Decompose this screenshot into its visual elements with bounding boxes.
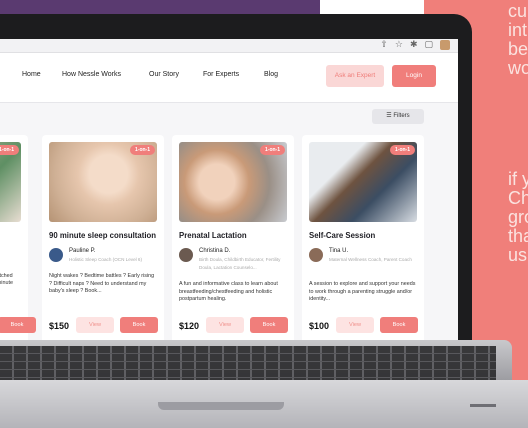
book-button[interactable]: Book (380, 317, 418, 333)
ask-expert-button[interactable]: Ask an Expert (326, 65, 384, 87)
login-button[interactable]: Login (392, 65, 436, 87)
side-text-top: cu int be wo (508, 1, 528, 78)
browser-toolbar: ⇧ ☆ ✱ ▢ (0, 39, 458, 53)
badge-1on1: 1-on-1 (130, 145, 155, 155)
book-button[interactable]: Book (250, 317, 288, 333)
book-button[interactable]: Book (120, 317, 158, 333)
nav-for-experts[interactable]: For Experts (203, 71, 239, 78)
sidebar-icon[interactable]: ▢ (424, 40, 433, 50)
side-text-bottom: if y Ch gro tha us (508, 169, 528, 265)
coach-role: Birth Doula, Childbirth Educator, Fertil… (199, 257, 281, 270)
coach-role: Holistic Sleep Coach (OCN Level 6) (69, 257, 143, 262)
service-card-lactation[interactable]: 1-on-1 Prenatal Lactation Christina D. B… (172, 135, 294, 347)
star-icon[interactable]: ☆ (395, 40, 403, 50)
keyboard-rows (0, 346, 496, 380)
coach-avatar (309, 248, 323, 262)
nav-blog[interactable]: Blog (264, 71, 278, 78)
card-title[interactable]: Self-Care Session (309, 231, 375, 240)
profile-avatar[interactable] (440, 40, 450, 50)
nav-how-nessle-works[interactable]: How Nessle Works (62, 71, 121, 78)
filters-label: Filters (393, 113, 410, 119)
view-button[interactable]: View (336, 317, 374, 333)
coach-name[interactable]: Tina U. (329, 248, 348, 254)
filters-button[interactable]: ☰ Filters (372, 109, 424, 124)
badge-1on1: 1-on-1 (390, 145, 415, 155)
badge-1on1: 1-on-1 (260, 145, 285, 155)
share-icon[interactable]: ⇧ (380, 40, 388, 50)
card-title[interactable]: Prenatal Lactation (179, 231, 247, 240)
coach-name[interactable]: Pauline P. (69, 248, 96, 254)
badge-1on1: 1-on-1 (0, 145, 19, 155)
service-card-selfcare[interactable]: 1-on-1 Self-Care Session Tina U. Materna… (302, 135, 424, 347)
card-desc-fragment-2: 0-minute (0, 280, 13, 286)
coach-avatar (179, 248, 193, 262)
nav-home[interactable]: Home (22, 71, 41, 78)
nav-our-story[interactable]: Our Story (149, 71, 179, 78)
laptop-edge (470, 404, 496, 407)
coach-name[interactable]: Christina D. (199, 248, 230, 254)
view-button[interactable]: View (76, 317, 114, 333)
coach-role: Maternal Wellness Coach, Parent Coach (329, 257, 412, 262)
card-description: A session to explore and support your ne… (309, 281, 416, 302)
card-description: Night wakes ? Bedtime battles ? Early ri… (49, 273, 155, 294)
card-description: A fun and informative class to learn abo… (179, 281, 278, 302)
card-price: $120 (179, 321, 200, 331)
laptop-screen: ⇧ ☆ ✱ ▢ Home How Nessle Works Our Story … (0, 39, 458, 347)
laptop-bezel: ⇧ ☆ ✱ ▢ Home How Nessle Works Our Story … (0, 14, 472, 358)
view-button[interactable]: View (206, 317, 244, 333)
card-title[interactable]: 90 minute sleep consultation (49, 231, 156, 240)
service-card-sleep[interactable]: 1-on-1 90 minute sleep consultation Paul… (42, 135, 164, 347)
coach-avatar (49, 248, 63, 262)
trackpad (158, 402, 284, 410)
puzzle-icon[interactable]: ✱ (410, 40, 418, 50)
card-price: $150 (49, 321, 70, 331)
main-nav: Home How Nessle Works Our Story For Expe… (0, 59, 458, 93)
book-button[interactable]: Book (0, 317, 36, 333)
card-price: $100 (309, 321, 330, 331)
service-card-partial[interactable]: 1-on-1 matched 0-minute Book (0, 135, 36, 347)
